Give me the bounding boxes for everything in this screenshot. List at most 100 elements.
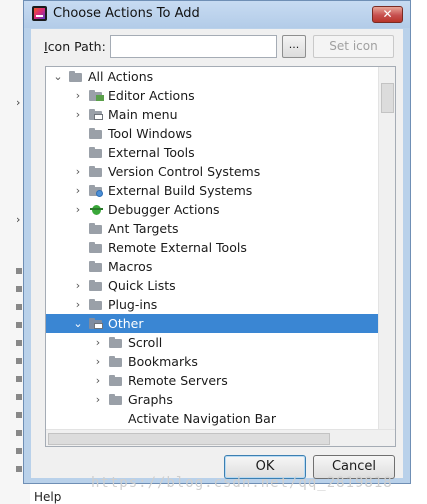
tree-item-label: Scroll — [128, 335, 163, 350]
icon-path-label: Icon Path: — [44, 39, 106, 54]
set-icon-button[interactable]: Set icon — [313, 35, 394, 58]
close-button[interactable]: ✕ — [372, 6, 403, 23]
bug-icon — [88, 203, 104, 216]
vertical-scrollbar[interactable] — [378, 67, 395, 429]
dialog-content: Icon Path: ... Set icon Actual SizeActiv… — [31, 29, 403, 479]
background-chevron-icon: › — [16, 213, 21, 226]
folder-icon — [88, 279, 104, 292]
tree-item[interactable]: › Quick Lists — [46, 276, 395, 295]
folder-icon — [68, 70, 84, 83]
chevron-right-icon[interactable]: › — [92, 352, 104, 371]
tree-item-label: Ant Targets — [108, 221, 179, 236]
folder-icon — [88, 127, 104, 140]
tree-item[interactable]: ⌄ Other — [46, 314, 395, 333]
tree-item-label: Remote External Tools — [108, 240, 247, 255]
tree-item[interactable]: › Debugger Actions — [46, 200, 395, 219]
close-icon: ✕ — [382, 7, 393, 21]
chevron-right-icon[interactable]: › — [72, 200, 84, 219]
chevron-right-icon[interactable]: › — [72, 276, 84, 295]
chevron-right-icon[interactable]: › — [72, 181, 84, 200]
chevron-right-icon[interactable]: › — [92, 333, 104, 352]
tree-item-label: Plug-ins — [108, 297, 158, 312]
chevron-right-icon[interactable]: › — [72, 162, 84, 181]
tree-item[interactable]: › Scroll — [46, 333, 395, 352]
browse-button[interactable]: ... — [282, 35, 306, 58]
menu-folder-icon — [88, 317, 104, 330]
background-node-icon — [16, 358, 22, 364]
tree-item[interactable]: External Tools — [46, 143, 395, 162]
watermark: https://blog.csdn.net/qq_2819818 — [91, 475, 393, 491]
tree-item-label: Debugger Actions — [108, 202, 220, 217]
chevron-right-icon[interactable]: › — [72, 295, 84, 314]
dialog-titlebar[interactable]: Choose Actions To Add ✕ — [24, 1, 410, 28]
folder-icon — [108, 393, 124, 406]
chevron-right-icon[interactable]: › — [92, 390, 104, 409]
tree-item-label: Remote Servers — [128, 373, 228, 388]
background-node-icon — [16, 448, 22, 454]
tree-item-label: Bookmarks — [128, 354, 198, 369]
tree-item[interactable]: › Main menu — [46, 105, 395, 124]
background-help-menu[interactable]: Help — [34, 490, 61, 504]
tree-item-label: External Build Systems — [108, 183, 253, 198]
tree-item[interactable]: › External Build Systems — [46, 181, 395, 200]
menu-folder-icon — [88, 108, 104, 121]
icon-path-input[interactable] — [110, 35, 277, 58]
dialog-title: Choose Actions To Add — [53, 6, 200, 21]
folder-icon — [88, 241, 104, 254]
tree-item-label: Editor Actions — [108, 88, 195, 103]
horizontal-scrollbar-thumb[interactable] — [48, 433, 330, 445]
choose-actions-dialog: Choose Actions To Add ✕ Icon Path: ... S… — [23, 0, 411, 484]
chevron-down-icon[interactable]: ⌄ — [72, 314, 84, 333]
folder-icon — [88, 298, 104, 311]
tree-item[interactable]: ⌄ All Actions — [46, 67, 395, 86]
background-node-icon — [16, 466, 22, 472]
tree-item-label: External Tools — [108, 145, 195, 160]
chevron-down-icon[interactable]: ⌄ — [52, 67, 64, 86]
folder-icon — [88, 260, 104, 273]
tree-item[interactable]: › Plug-ins — [46, 295, 395, 314]
background-node-icon — [16, 412, 22, 418]
background-node-icon — [16, 430, 22, 436]
background-node-icon — [16, 304, 22, 310]
folder-icon — [108, 355, 124, 368]
background-node-icon — [16, 340, 22, 346]
folder-icon — [88, 146, 104, 159]
tree-item-label: Main menu — [108, 107, 178, 122]
folder-icon — [88, 222, 104, 235]
chevron-right-icon[interactable]: › — [72, 105, 84, 124]
tree-item-label: All Actions — [88, 69, 154, 84]
background-node-icon — [16, 268, 22, 274]
intellij-app-icon — [32, 6, 47, 21]
tree-item-label: Macros — [108, 259, 153, 274]
build-folder-icon — [88, 184, 104, 197]
tree-item-label: Graphs — [128, 392, 173, 407]
tree-item[interactable]: Macros — [46, 257, 395, 276]
tree-item[interactable]: › Bookmarks — [46, 352, 395, 371]
tree-item-label: Activate Navigation Bar — [128, 411, 276, 426]
tree-item[interactable]: Activate Navigation Bar — [46, 409, 395, 428]
chevron-right-icon[interactable]: › — [92, 371, 104, 390]
tree-item[interactable]: › Version Control Systems — [46, 162, 395, 181]
actions-tree[interactable]: Actual SizeActivate Navigation Bar›Graph… — [45, 66, 396, 447]
tree-item[interactable]: Remote External Tools — [46, 238, 395, 257]
tree-item[interactable]: › Editor Actions — [46, 86, 395, 105]
background-node-icon — [16, 376, 22, 382]
background-node-icon — [16, 394, 22, 400]
tree-item-label: Version Control Systems — [108, 164, 261, 179]
background-node-icon — [16, 322, 22, 328]
vertical-scrollbar-thumb[interactable] — [381, 83, 394, 113]
folder-icon — [108, 336, 124, 349]
tree-item[interactable]: Ant Targets — [46, 219, 395, 238]
tree-item[interactable]: Tool Windows — [46, 124, 395, 143]
horizontal-scrollbar[interactable] — [46, 429, 395, 446]
tree-item-label: Tool Windows — [108, 126, 193, 141]
background-chevron-icon: › — [16, 96, 21, 109]
editor-folder-icon — [88, 89, 104, 102]
tree-item-label: Other — [108, 316, 144, 331]
background-node-icon — [16, 286, 22, 292]
tree-item[interactable]: › Remote Servers — [46, 371, 395, 390]
folder-icon — [108, 374, 124, 387]
chevron-right-icon[interactable]: › — [72, 86, 84, 105]
tree-item[interactable]: › Graphs — [46, 390, 395, 409]
folder-icon — [88, 165, 104, 178]
